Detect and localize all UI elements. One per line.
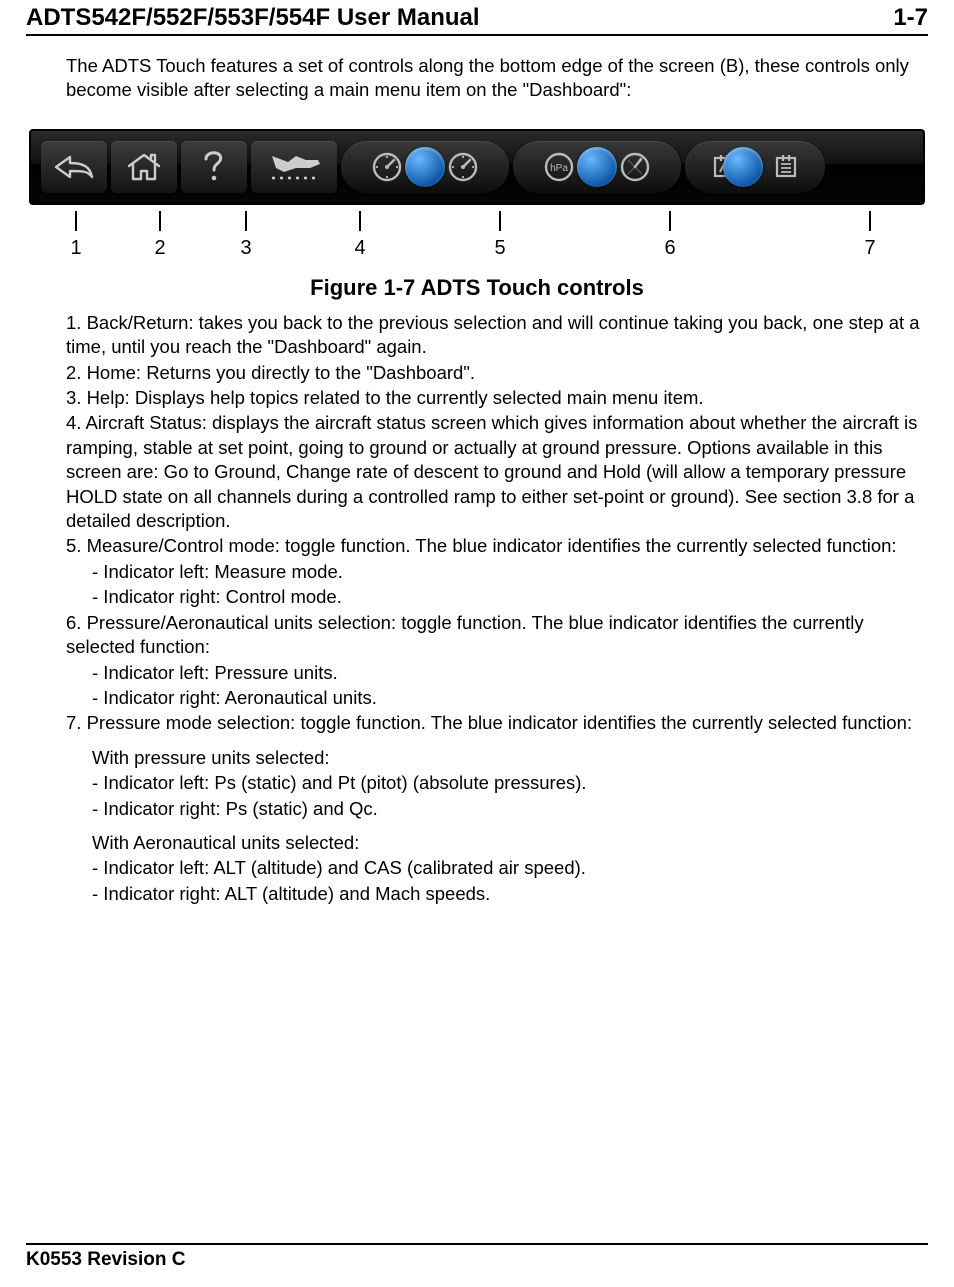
callout-line: 1 <box>75 211 77 231</box>
list-item: 7. Pressure mode selection: toggle funct… <box>66 711 922 735</box>
list-subitem: - Indicator right: Aeronautical units. <box>92 686 922 710</box>
document-title: ADTS542F/552F/553F/554F User Manual <box>26 4 480 32</box>
ps-qc-icon <box>771 152 801 182</box>
aircraft-landing-icon <box>266 150 322 184</box>
callout-label: 6 <box>664 237 675 260</box>
list-item: 2. Home: Returns you directly to the "Da… <box>66 361 922 385</box>
list-item: 3. Help: Displays help topics related to… <box>66 386 922 410</box>
callout-label: 5 <box>494 237 505 260</box>
callout-label: 7 <box>864 237 875 260</box>
callout-label: 1 <box>70 237 81 260</box>
callout-line: 6 <box>669 211 671 231</box>
back-button[interactable] <box>41 141 107 193</box>
aircraft-status-button[interactable] <box>251 141 337 193</box>
list-subitem: - Indicator left: Ps (static) and Pt (pi… <box>92 771 922 795</box>
page-header: ADTS542F/552F/553F/554F User Manual 1-7 <box>26 0 928 36</box>
adts-touch-toolbar: hPa <box>29 129 925 205</box>
callout-label: 2 <box>154 237 165 260</box>
figure-callouts: 1 2 3 4 5 6 7 <box>29 211 925 269</box>
toggle-right-ps-qc <box>755 147 817 187</box>
gauge-icon <box>446 150 480 184</box>
callout-label: 3 <box>240 237 251 260</box>
callout-label: 4 <box>354 237 365 260</box>
list-item: 1. Back/Return: takes you back to the pr… <box>66 311 922 360</box>
toggle-indicator <box>405 147 445 187</box>
pressure-mode-toggle[interactable] <box>685 141 825 193</box>
toggle-indicator <box>723 147 763 187</box>
list-subitem: - Indicator left: Pressure units. <box>92 661 922 685</box>
home-button[interactable] <box>111 141 177 193</box>
list-item: 4. Aircraft Status: displays the aircraf… <box>66 411 922 533</box>
callout-line: 2 <box>159 211 161 231</box>
callout-line: 7 <box>869 211 871 231</box>
controls-description-list: 1. Back/Return: takes you back to the pr… <box>66 311 922 906</box>
page-footer: K0553 Revision C <box>26 1243 928 1271</box>
aero-units-icon <box>618 150 652 184</box>
list-item: 6. Pressure/Aeronautical units selection… <box>66 611 922 660</box>
callout-line: 5 <box>499 211 501 231</box>
toolbar-figure: hPa <box>29 129 925 205</box>
list-subitem: - Indicator left: ALT (altitude) and CAS… <box>92 856 922 880</box>
list-subitem: - Indicator right: ALT (altitude) and Ma… <box>92 882 922 906</box>
figure-title: Figure 1-7 ADTS Touch controls <box>26 275 928 301</box>
list-subitem: - Indicator left: Measure mode. <box>92 560 922 584</box>
list-subheading: With pressure units selected: <box>92 746 922 770</box>
gauge-icon <box>370 150 404 184</box>
callout-line: 4 <box>359 211 361 231</box>
list-item: 5. Measure/Control mode: toggle function… <box>66 534 922 558</box>
pressure-units-icon: hPa <box>542 150 576 184</box>
units-toggle[interactable]: hPa <box>513 141 681 193</box>
toggle-indicator <box>577 147 617 187</box>
question-icon <box>200 150 228 184</box>
page-number: 1-7 <box>893 4 928 32</box>
intro-paragraph: The ADTS Touch features a set of control… <box>66 54 928 103</box>
callout-line: 3 <box>245 211 247 231</box>
list-subitem: - Indicator right: Control mode. <box>92 585 922 609</box>
svg-text:hPa: hPa <box>550 163 568 174</box>
home-icon <box>125 152 163 182</box>
back-arrow-icon <box>54 153 94 181</box>
list-subheading: With Aeronautical units selected: <box>92 831 922 855</box>
list-subitem: - Indicator right: Ps (static) and Qc. <box>92 797 922 821</box>
measure-control-toggle[interactable] <box>341 141 509 193</box>
help-button[interactable] <box>181 141 247 193</box>
